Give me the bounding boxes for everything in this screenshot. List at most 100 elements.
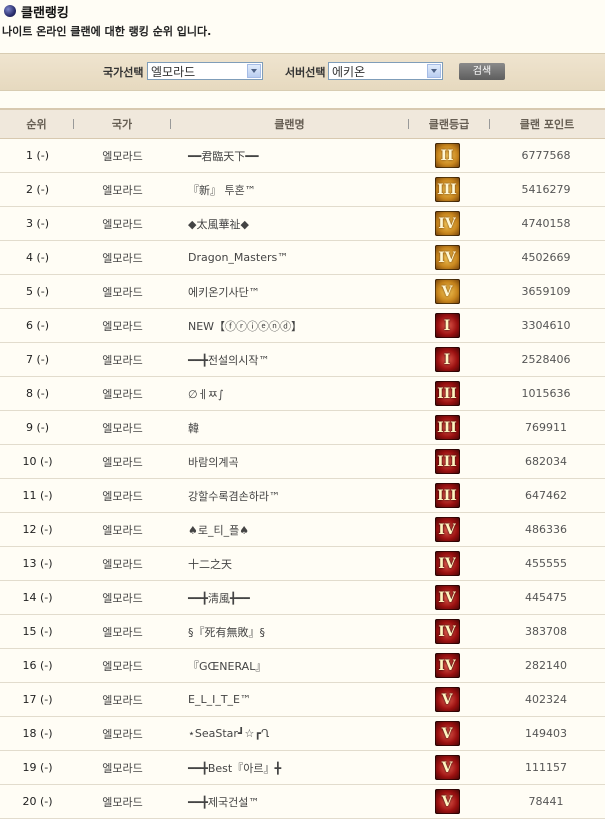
rank-cell: 15 (-) xyxy=(22,625,53,638)
grade-cell: V xyxy=(407,279,487,304)
clan-name-cell[interactable]: 十二之天 xyxy=(170,556,407,572)
grade-cell: V xyxy=(407,755,487,780)
clan-grade-icon: IV xyxy=(434,551,460,576)
ranking-table: 순위 국가 클랜명 클랜등급 클랜 포인트 1 (-) 엘모라드 ━━君臨天下━━ I… xyxy=(0,108,605,819)
table-row: 16 (-) 엘모라드 『GŒNERAL』 IV 282140 xyxy=(0,649,605,683)
column-header-clan-name: 클랜명 xyxy=(274,118,305,131)
rank-cell: 14 (-) xyxy=(22,591,53,604)
table-row: 4 (-) 엘모라드 Dragon_Masters™ IV 4502669 xyxy=(0,241,605,275)
country-cell: 엘모라드 xyxy=(102,455,143,469)
points-cell: 1015636 xyxy=(521,387,571,400)
points-cell: 402324 xyxy=(525,693,567,706)
country-select[interactable]: 엘모라드 xyxy=(147,62,263,80)
clan-name-cell[interactable]: ⋆SeaStar┛☆┏Ղ xyxy=(170,727,407,740)
clan-name-cell[interactable]: 『新』 투혼™ xyxy=(170,182,407,198)
points-cell: 647462 xyxy=(525,489,567,502)
clan-grade-icon: II xyxy=(434,143,460,168)
grade-cell: III xyxy=(407,449,487,474)
clan-name-cell[interactable]: 에키온기사단™ xyxy=(170,284,407,300)
chevron-down-icon[interactable] xyxy=(427,64,441,78)
clan-name-cell[interactable]: ◆太風華祉◆ xyxy=(170,216,407,232)
country-cell: 엘모라드 xyxy=(102,251,143,265)
rank-cell: 9 (-) xyxy=(25,421,50,434)
clan-name-cell[interactable]: E_L_I_T_E™ xyxy=(170,693,407,706)
clan-grade-icon: IV xyxy=(434,517,460,542)
clan-name-cell[interactable]: 韓 xyxy=(170,420,407,436)
points-cell: 3304610 xyxy=(521,319,571,332)
clan-name-cell[interactable]: ━━╋Best『아르』╋ xyxy=(170,760,407,776)
clan-name-cell[interactable]: 바람의계곡 xyxy=(170,454,407,470)
country-cell: 엘모라드 xyxy=(102,591,143,605)
chevron-down-icon[interactable] xyxy=(247,64,261,78)
rank-cell: 4 (-) xyxy=(25,251,50,264)
table-row: 6 (-) 엘모라드 NEW【ⓕⓡⓘⓔⓝⓓ】 I 3304610 xyxy=(0,309,605,343)
grade-cell: V xyxy=(407,789,487,814)
country-cell: 엘모라드 xyxy=(102,183,143,197)
page-header: 클랜랭킹 xyxy=(0,0,605,22)
country-cell: 엘모라드 xyxy=(102,489,143,503)
clan-name-cell[interactable]: ∅ㅔㅉ∫ xyxy=(170,386,407,402)
server-select-label: 서버선택 xyxy=(285,66,326,79)
clan-name-cell[interactable]: §『死有無敗』§ xyxy=(170,624,407,640)
clan-grade-icon: III xyxy=(434,449,460,474)
clan-grade-icon: IV xyxy=(434,211,460,236)
grade-cell: IV xyxy=(407,517,487,542)
clan-grade-icon: I xyxy=(434,347,460,372)
country-cell: 엘모라드 xyxy=(102,693,143,707)
clan-grade-icon: III xyxy=(434,177,460,202)
clan-grade-icon: V xyxy=(434,755,460,780)
clan-grade-icon: V xyxy=(434,721,460,746)
table-row: 10 (-) 엘모라드 바람의계곡 III 682034 xyxy=(0,445,605,479)
country-cell: 엘모라드 xyxy=(102,625,143,639)
table-row: 7 (-) 엘모라드 ━━╋전설의시작™ I 2528406 xyxy=(0,343,605,377)
rank-cell: 10 (-) xyxy=(22,455,53,468)
points-cell: 4740158 xyxy=(521,217,571,230)
bullet-icon xyxy=(4,5,16,17)
table-row: 17 (-) 엘모라드 E_L_I_T_E™ V 402324 xyxy=(0,683,605,717)
clan-name-cell[interactable]: NEW【ⓕⓡⓘⓔⓝⓓ】 xyxy=(170,318,407,334)
points-cell: 455555 xyxy=(525,557,567,570)
rank-cell: 6 (-) xyxy=(25,319,50,332)
column-header-clan-grade: 클랜등급 xyxy=(428,118,470,131)
rank-cell: 20 (-) xyxy=(22,795,53,808)
rank-cell: 18 (-) xyxy=(22,727,53,740)
search-bar: 국가선택 엘모라드 서버선택 에키온 검색 xyxy=(0,53,605,91)
clan-name-cell[interactable]: 『GŒNERAL』 xyxy=(170,658,407,674)
table-header: 순위 국가 클랜명 클랜등급 클랜 포인트 xyxy=(0,108,605,139)
clan-name-cell[interactable]: ♠로_티_플♠ xyxy=(170,522,407,538)
grade-cell: IV xyxy=(407,653,487,678)
table-row: 18 (-) 엘모라드 ⋆SeaStar┛☆┏Ղ V 149403 xyxy=(0,717,605,751)
rank-cell: 3 (-) xyxy=(25,217,50,230)
rank-cell: 5 (-) xyxy=(25,285,50,298)
country-cell: 엘모라드 xyxy=(102,557,143,571)
country-cell: 엘모라드 xyxy=(102,319,143,333)
grade-cell: IV xyxy=(407,551,487,576)
points-cell: 682034 xyxy=(525,455,567,468)
clan-name-cell[interactable]: Dragon_Masters™ xyxy=(170,251,407,264)
country-cell: 엘모라드 xyxy=(102,387,143,401)
search-button[interactable]: 검색 xyxy=(459,63,505,80)
clan-name-cell[interactable]: ━━╋淸風╋━━ xyxy=(170,590,407,606)
table-row: 1 (-) 엘모라드 ━━君臨天下━━ II 6777568 xyxy=(0,139,605,173)
points-cell: 282140 xyxy=(525,659,567,672)
server-select-value: 에키온 xyxy=(332,65,366,79)
clan-grade-icon: IV xyxy=(434,653,460,678)
clan-name-cell[interactable]: ━━君臨天下━━ xyxy=(170,148,407,164)
points-cell: 5416279 xyxy=(521,183,571,196)
country-select-label: 국가선택 xyxy=(103,66,144,79)
clan-grade-icon: III xyxy=(434,415,460,440)
clan-name-cell[interactable]: ━━╋전설의시작™ xyxy=(170,352,407,368)
server-select[interactable]: 에키온 xyxy=(328,62,443,80)
column-header-clan-points: 클랜 포인트 xyxy=(519,118,575,131)
points-cell: 78441 xyxy=(528,795,564,808)
grade-cell: I xyxy=(407,347,487,372)
points-cell: 769911 xyxy=(525,421,567,434)
table-row: 15 (-) 엘모라드 §『死有無敗』§ IV 383708 xyxy=(0,615,605,649)
table-row: 11 (-) 엘모라드 강할수록겸손하라™ III 647462 xyxy=(0,479,605,513)
column-header-country: 국가 xyxy=(111,118,133,131)
rank-cell: 1 (-) xyxy=(25,149,50,162)
country-cell: 엘모라드 xyxy=(102,795,143,809)
clan-name-cell[interactable]: ━━╋제국건설™ xyxy=(170,794,407,810)
clan-name-cell[interactable]: 강할수록겸손하라™ xyxy=(170,488,407,504)
table-row: 3 (-) 엘모라드 ◆太風華祉◆ IV 4740158 xyxy=(0,207,605,241)
